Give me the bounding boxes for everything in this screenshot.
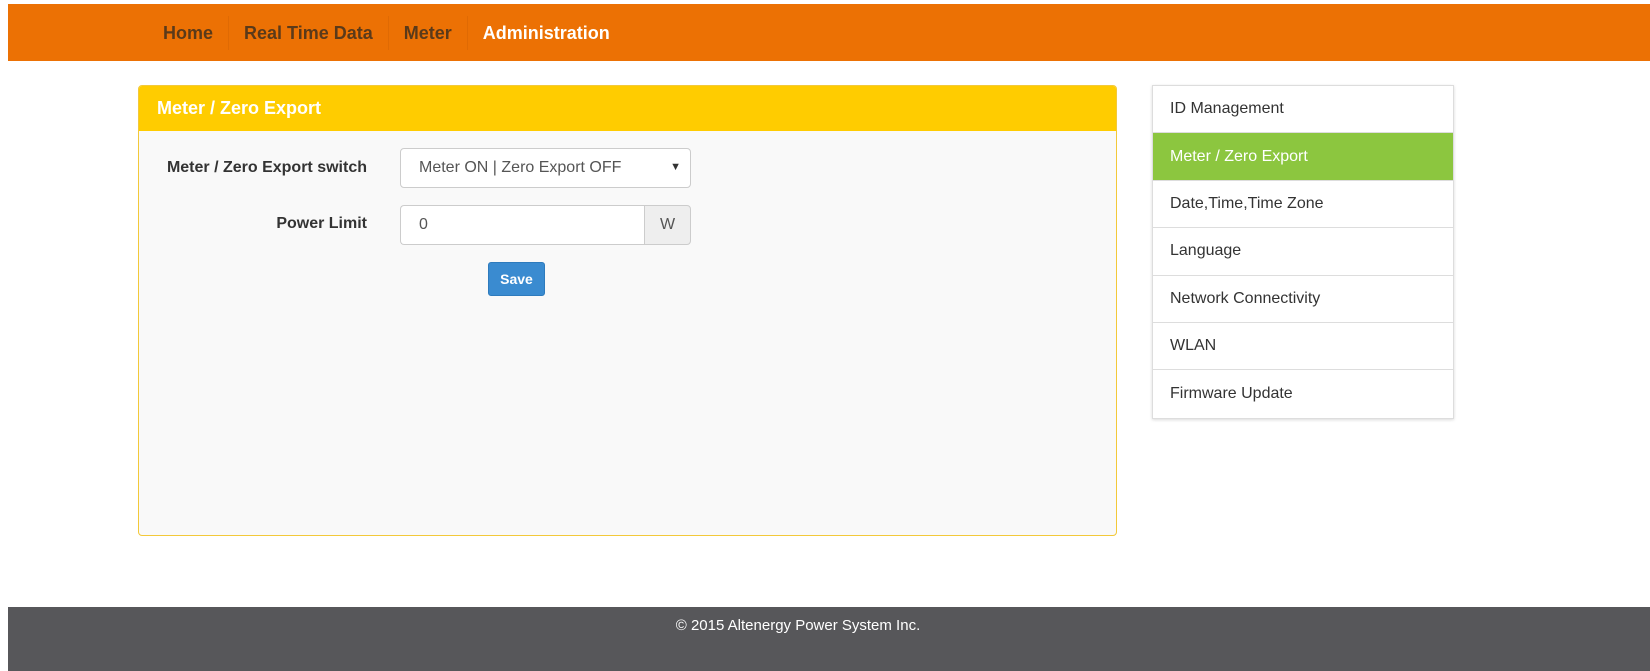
nav-meter[interactable]: Meter: [389, 16, 468, 50]
caret-down-icon: ▼: [670, 161, 681, 173]
sidebar-item-language[interactable]: Language: [1153, 228, 1453, 276]
footer: © 2015 Altenergy Power System Inc.: [8, 607, 1650, 671]
nav-administration[interactable]: Administration: [468, 16, 625, 50]
sidebar-item-date-time[interactable]: Date,Time,Time Zone: [1153, 181, 1453, 229]
zero-export-switch-select[interactable]: Meter ON | Zero Export OFF ▼: [400, 148, 691, 188]
power-limit-group: W: [400, 205, 691, 245]
power-limit-label: Power Limit: [276, 215, 367, 232]
nav-real-time-data[interactable]: Real Time Data: [229, 16, 389, 50]
power-limit-input[interactable]: [400, 205, 644, 245]
main-nav: Home Real Time Data Meter Administration: [154, 16, 625, 50]
switch-selected-value: Meter ON | Zero Export OFF: [419, 159, 622, 176]
save-button[interactable]: Save: [488, 262, 545, 296]
sidebar-item-id-management[interactable]: ID Management: [1153, 86, 1453, 134]
meter-zero-export-panel: Meter / Zero Export Meter / Zero Export …: [138, 85, 1117, 536]
sidebar-item-meter-zero-export[interactable]: Meter / Zero Export: [1153, 133, 1453, 181]
sidebar-item-firmware-update[interactable]: Firmware Update: [1153, 370, 1453, 417]
sidebar-item-wlan[interactable]: WLAN: [1153, 323, 1453, 371]
power-limit-unit: W: [644, 205, 691, 245]
copyright-text: © 2015 Altenergy Power System Inc.: [675, 617, 921, 634]
nav-home[interactable]: Home: [154, 16, 230, 50]
admin-sidebar: ID Management Meter / Zero Export Date,T…: [1152, 85, 1454, 419]
panel-title: Meter / Zero Export: [139, 86, 1116, 131]
top-navbar: Home Real Time Data Meter Administration: [8, 4, 1650, 61]
sidebar-item-network-connectivity[interactable]: Network Connectivity: [1153, 276, 1453, 323]
switch-label: Meter / Zero Export switch: [166, 159, 367, 176]
